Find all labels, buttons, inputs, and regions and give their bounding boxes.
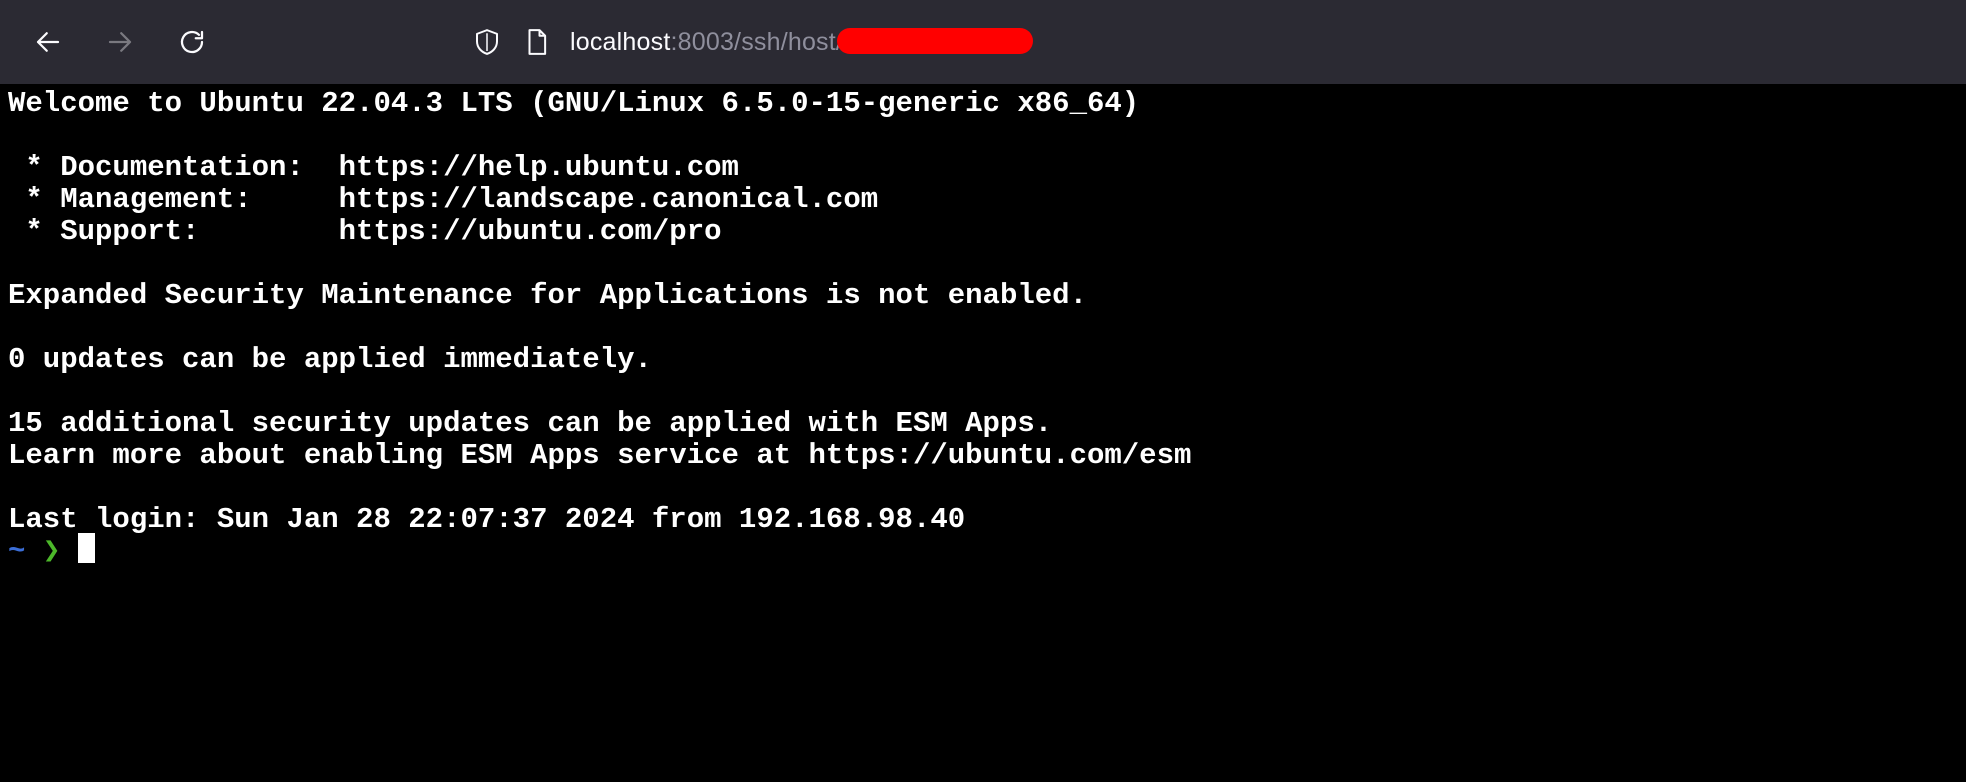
terminal-line: * Management: https://landscape.canonica… bbox=[8, 183, 879, 216]
prompt-directory: ~ bbox=[8, 535, 26, 568]
url-host: localhost bbox=[570, 27, 671, 56]
arrow-right-icon bbox=[108, 32, 132, 52]
terminal-line: * Documentation: https://help.ubuntu.com bbox=[8, 151, 739, 184]
tracking-protection-button[interactable] bbox=[470, 25, 504, 59]
reload-icon bbox=[180, 30, 204, 54]
terminal-line: Last login: Sun Jan 28 22:07:37 2024 fro… bbox=[8, 503, 966, 536]
page-info-button[interactable] bbox=[520, 25, 554, 59]
terminal-line: 0 updates can be applied immediately. bbox=[8, 343, 652, 376]
terminal-line: 15 additional security updates can be ap… bbox=[8, 407, 1053, 440]
arrow-left-icon bbox=[36, 32, 60, 52]
browser-toolbar: localhost:8003/ssh/host/ bbox=[0, 0, 1966, 84]
url-bar[interactable]: localhost:8003/ssh/host/ bbox=[470, 18, 1590, 66]
terminal-line: * Support: https://ubuntu.com/pro bbox=[8, 215, 722, 248]
prompt-arrow: ❯ bbox=[42, 535, 61, 568]
back-button[interactable] bbox=[28, 22, 68, 62]
reload-button[interactable] bbox=[172, 22, 212, 62]
terminal-line: Learn more about enabling ESM Apps servi… bbox=[8, 439, 1192, 472]
page-icon bbox=[528, 29, 547, 55]
forward-button[interactable] bbox=[100, 22, 140, 62]
terminal-line: Welcome to Ubuntu 22.04.3 LTS (GNU/Linux… bbox=[8, 87, 1140, 120]
shield-icon bbox=[476, 29, 498, 55]
terminal[interactable]: Welcome to Ubuntu 22.04.3 LTS (GNU/Linux… bbox=[0, 84, 1966, 782]
redaction-mark bbox=[837, 27, 1034, 54]
url-text[interactable]: localhost:8003/ssh/host/ bbox=[570, 27, 1034, 57]
terminal-line: Expanded Security Maintenance for Applic… bbox=[8, 279, 1087, 312]
url-path: :8003/ssh/host/ bbox=[670, 27, 844, 56]
text-cursor bbox=[77, 533, 95, 564]
shell-prompt[interactable]: ~ ❯ bbox=[8, 533, 1966, 568]
